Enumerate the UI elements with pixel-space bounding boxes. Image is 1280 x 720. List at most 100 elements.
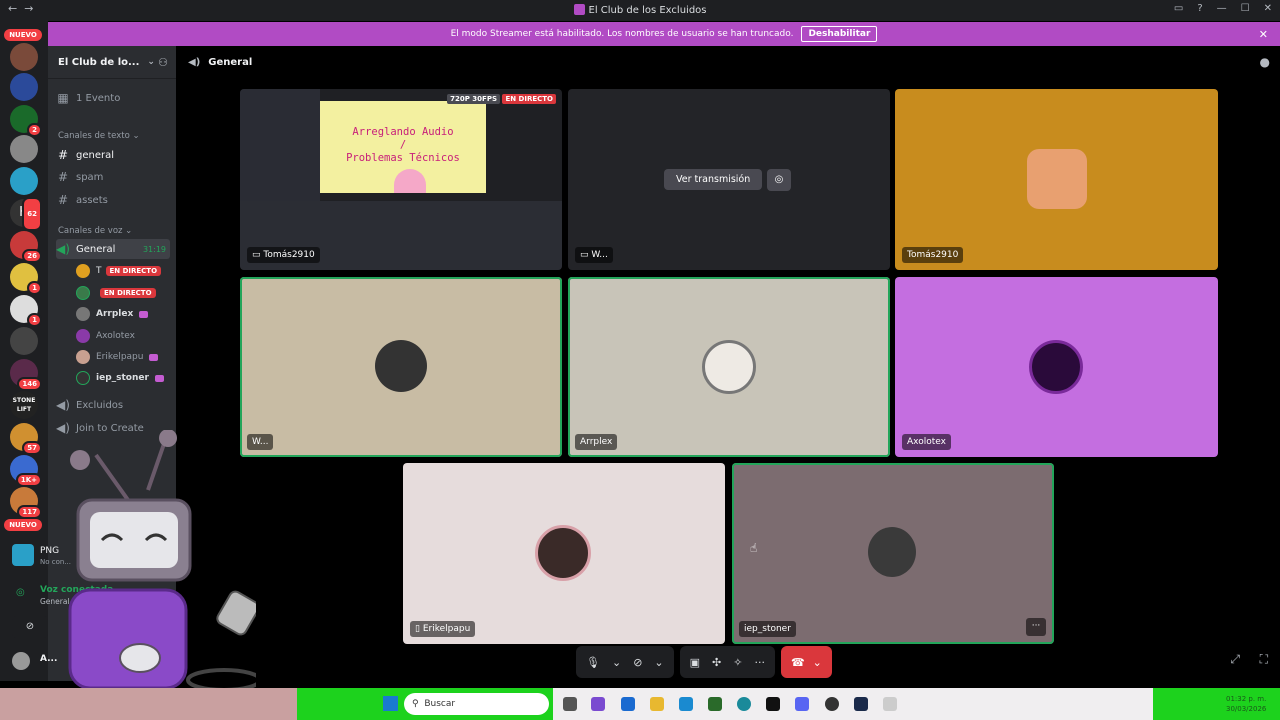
search-placeholder: Buscar bbox=[424, 699, 456, 709]
fullscreen-icon[interactable]: ⛶ bbox=[1260, 652, 1268, 667]
inbox-icon[interactable]: ▭ bbox=[1174, 3, 1183, 14]
server-icon[interactable]: 1 bbox=[10, 263, 42, 295]
participant-tile[interactable]: ☝ iep_stoner ··· bbox=[732, 463, 1054, 644]
server-icon[interactable] bbox=[10, 73, 38, 101]
windows-start-icon[interactable] bbox=[383, 696, 398, 711]
channel-spam[interactable]: # spam bbox=[56, 167, 170, 187]
disconnect-button[interactable]: ☎ ⌄ bbox=[780, 646, 832, 678]
stream-tile[interactable]: Arreglando Audio / Problemas Técnicos 72… bbox=[240, 89, 562, 270]
chevron-down-icon[interactable]: ⌄ bbox=[654, 656, 663, 669]
participant-tile[interactable]: ▯ Erikelpapu bbox=[403, 463, 725, 644]
more-options-icon[interactable]: ··· bbox=[1026, 618, 1046, 636]
channel-general[interactable]: # general bbox=[56, 145, 170, 165]
watch-stream-button[interactable]: Ver transmisión bbox=[664, 169, 763, 190]
server-icon[interactable]: 146 bbox=[10, 359, 42, 391]
chat-icon[interactable]: ● bbox=[1260, 55, 1270, 69]
minecraft-icon[interactable] bbox=[708, 697, 722, 711]
discord-icon[interactable] bbox=[795, 697, 809, 711]
participant-tile[interactable]: Tomás2910 bbox=[895, 89, 1218, 270]
copilot-icon[interactable] bbox=[591, 697, 605, 711]
participant-tile[interactable]: Arrplex bbox=[568, 277, 890, 457]
close-window-icon[interactable]: ✕ bbox=[1264, 3, 1272, 14]
server-icon[interactable]: 26 bbox=[10, 231, 42, 263]
window-controls: ▭ ? — ☐ ✕ bbox=[1174, 3, 1272, 14]
server-icon[interactable] bbox=[10, 43, 38, 71]
cursor-icon: ☝ bbox=[750, 541, 758, 555]
voice-channel-excluidos[interactable]: ◀) Excluidos bbox=[56, 395, 170, 415]
popout-window-icon[interactable]: ⤢ bbox=[1230, 652, 1240, 667]
edge-icon[interactable] bbox=[737, 697, 751, 711]
stream-tile[interactable]: Ver transmisión ◎ ▭ W... bbox=[568, 89, 890, 270]
events-item[interactable]: ▦ 1 Evento bbox=[56, 88, 170, 108]
live-badge: EN DIRECTO bbox=[100, 288, 156, 298]
app-icon[interactable] bbox=[621, 697, 635, 711]
member-name: Arrplex bbox=[96, 309, 134, 319]
tiktok-icon[interactable] bbox=[766, 697, 780, 711]
server-header[interactable]: El Club de lo... ⌄ ⚇ bbox=[48, 46, 176, 79]
avatar bbox=[1027, 149, 1087, 209]
popout-icon[interactable]: ◎ bbox=[767, 169, 791, 191]
more-icon[interactable]: ··· bbox=[754, 656, 765, 669]
channel-label: assets bbox=[76, 194, 108, 206]
camera-off-icon[interactable]: ⊘ bbox=[633, 656, 642, 669]
robot-hands bbox=[119, 643, 161, 673]
voice-member[interactable]: Arrplex bbox=[76, 305, 170, 323]
avatar bbox=[535, 525, 591, 581]
camera-off-icon[interactable]: ⊘ bbox=[12, 616, 48, 638]
voice-member[interactable]: T EN DIRECTO bbox=[76, 262, 170, 280]
help-icon[interactable]: ? bbox=[1197, 3, 1202, 14]
server-icon[interactable] bbox=[10, 135, 38, 163]
taskbar-search[interactable]: ⚲ Buscar bbox=[404, 693, 549, 715]
screen-share-icon[interactable]: ▣ bbox=[690, 656, 700, 669]
server-icon[interactable]: H62 bbox=[10, 197, 42, 231]
chevron-down-icon[interactable]: ⌄ bbox=[612, 656, 621, 669]
disable-streamer-button[interactable]: Deshabilitar bbox=[801, 26, 878, 42]
activity-icon bbox=[154, 374, 164, 382]
server-name: El Club de lo... bbox=[58, 56, 140, 68]
chevron-down-icon[interactable]: ⌄ bbox=[813, 656, 822, 669]
channel-label: spam bbox=[76, 171, 104, 183]
steam-icon[interactable] bbox=[854, 697, 868, 711]
soundboard-icon[interactable]: ✧ bbox=[733, 656, 742, 669]
activities-icon[interactable]: ✣ bbox=[712, 656, 721, 669]
text-category[interactable]: Canales de texto ⌄ bbox=[58, 131, 140, 141]
server-icon[interactable]: 2 bbox=[10, 105, 42, 137]
system-clock[interactable]: 01:32 p. m. 30/03/2026 bbox=[1226, 694, 1266, 714]
server-icon[interactable] bbox=[10, 167, 38, 195]
participant-name: Tomás2910 bbox=[263, 250, 315, 260]
participant-name: Erikelpapu bbox=[422, 624, 471, 634]
server-icon[interactable]: 117 bbox=[10, 487, 42, 519]
server-icon[interactable]: 1 bbox=[10, 295, 42, 327]
task-view-icon[interactable] bbox=[563, 697, 577, 711]
file-explorer-icon[interactable] bbox=[650, 697, 664, 711]
voice-member[interactable]: Erikelpapu bbox=[76, 348, 170, 366]
server-icon[interactable]: 57 bbox=[10, 423, 42, 455]
new-badge: NUEVO bbox=[4, 519, 42, 531]
phone-icon: ▯ bbox=[415, 624, 423, 634]
invite-user-icon[interactable]: ⚇ bbox=[158, 56, 168, 69]
participant-tile[interactable]: Axolotex bbox=[895, 277, 1218, 457]
channel-header: ◀) General ● bbox=[176, 46, 1280, 78]
app-icon[interactable] bbox=[883, 697, 897, 711]
participant-label: ▯ Erikelpapu bbox=[410, 621, 476, 637]
voice-member[interactable]: iep_stoner bbox=[76, 369, 170, 387]
voice-member[interactable]: EN DIRECTO bbox=[76, 284, 170, 302]
voice-category[interactable]: Canales de voz ⌄ bbox=[58, 226, 132, 236]
server-icon[interactable]: STONE LIFT bbox=[10, 391, 38, 419]
calendar-icon: ▦ bbox=[57, 91, 69, 105]
channel-assets[interactable]: # assets bbox=[56, 190, 170, 210]
participant-label: ▭ Tomás2910 bbox=[247, 247, 320, 263]
participant-label: Axolotex bbox=[902, 434, 951, 450]
server-icon[interactable] bbox=[10, 327, 38, 355]
voice-channel-general[interactable]: ◀) General 31:19 bbox=[56, 239, 170, 259]
microphone-icon[interactable]: 🎙 bbox=[586, 656, 600, 669]
server-icon[interactable]: 1K+ bbox=[10, 455, 42, 487]
voice-member[interactable]: Axolotex bbox=[76, 327, 170, 345]
obs-icon[interactable] bbox=[825, 697, 839, 711]
participant-tile[interactable]: W... bbox=[240, 277, 562, 457]
minimize-icon[interactable]: — bbox=[1217, 3, 1227, 14]
avatar[interactable] bbox=[12, 652, 30, 670]
store-icon[interactable] bbox=[679, 697, 693, 711]
maximize-icon[interactable]: ☐ bbox=[1241, 3, 1250, 14]
banner-close-icon[interactable]: ✕ bbox=[1259, 28, 1268, 41]
